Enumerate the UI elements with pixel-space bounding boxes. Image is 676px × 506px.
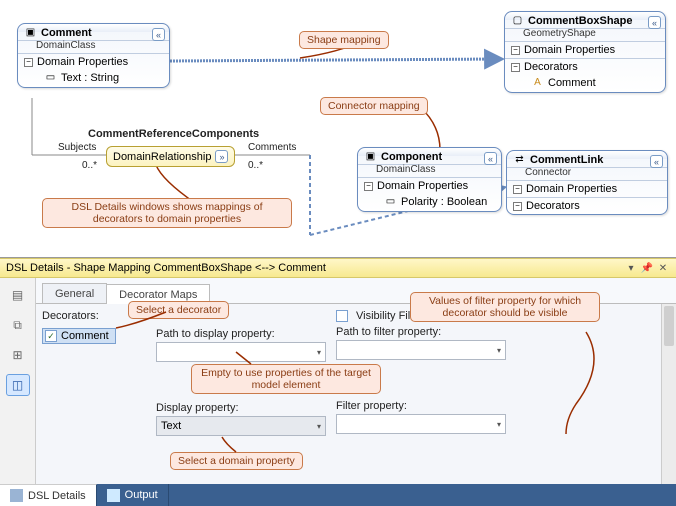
display-property-label: Display property: (156, 402, 326, 414)
path-display-label: Path to display property: (156, 328, 326, 340)
decorator-item[interactable]: ✓ Comment (42, 328, 116, 344)
box-subtitle: Connector (507, 167, 667, 180)
minus-icon[interactable]: − (513, 202, 522, 211)
class-icon: ▣ (364, 150, 377, 163)
minus-icon[interactable]: − (511, 46, 520, 55)
filter-property-label: Filter property: (336, 400, 506, 412)
commentboxshape-box[interactable]: « ▢ CommentBoxShape GeometryShape − Doma… (504, 11, 666, 93)
details-sidebar: ▤ ⧉ ⊞ ◫ (0, 278, 36, 484)
filter-property-field[interactable]: ▾ (336, 414, 506, 434)
collapse-icon[interactable]: « (650, 155, 663, 168)
box-subtitle: DomainClass (18, 40, 169, 53)
tab-dsl-details[interactable]: DSL Details (0, 484, 97, 506)
decorator-icon: A (531, 76, 544, 89)
decorators-label: Decorators: (42, 310, 140, 322)
callout-shape-mapping: Shape mapping (299, 31, 389, 49)
visibility-filter-checkbox[interactable]: ✓ (336, 310, 348, 322)
box-title: Component (381, 151, 442, 163)
details-main: General Decorator Maps Decorators: ✓ Com… (36, 278, 676, 484)
dsl-details-panel: DSL Details - Shape Mapping CommentBoxSh… (0, 258, 676, 484)
box-subtitle: DomainClass (358, 164, 501, 177)
section-label: Domain Properties (37, 56, 128, 68)
class-icon: ▣ (24, 26, 37, 39)
chevron-down-icon: ▾ (317, 422, 321, 431)
details-title-text: DSL Details - Shape Mapping CommentBoxSh… (6, 262, 326, 274)
collapse-icon[interactable]: « (152, 28, 165, 41)
path-display-field[interactable]: ▾ (156, 342, 326, 362)
minus-icon[interactable]: − (24, 58, 33, 67)
callout-select-decorator: Select a decorator (128, 301, 229, 319)
collapse-icon[interactable]: « (648, 16, 661, 29)
connector-icon: ⇄ (513, 153, 526, 166)
tab-general[interactable]: General (42, 283, 107, 303)
dropdown-icon[interactable]: ▾ (624, 261, 638, 275)
box-title: CommentLink (530, 154, 603, 166)
card-left: 0..* (82, 160, 97, 171)
comment-domainclass-box[interactable]: « ▣ Comment DomainClass − Domain Propert… (17, 23, 170, 88)
dsl-details-icon (10, 489, 23, 502)
path-filter-label: Path to filter property: (336, 326, 506, 338)
decorator-maps-content: Decorators: ✓ Comment Path to display pr… (36, 304, 676, 484)
callout-connector-mapping: Connector mapping (320, 97, 428, 115)
role-right: Comments (248, 142, 296, 153)
sidebar-btn-decorator-maps[interactable]: ◫ (6, 374, 30, 396)
callout-select-domain-prop: Select a domain property (170, 452, 303, 470)
section-label: Domain Properties (524, 44, 615, 56)
section-label: Domain Properties (377, 180, 468, 192)
tab-label: Output (125, 489, 158, 501)
callout-visibility-note: Values of filter property for which deco… (410, 292, 600, 322)
property-label: Text : String (61, 72, 119, 84)
shape-icon: ▢ (511, 14, 524, 27)
component-domainclass-box[interactable]: « ▣ Component DomainClass − Domain Prope… (357, 147, 502, 212)
close-icon[interactable]: ✕ (656, 261, 670, 275)
minus-icon[interactable]: − (511, 63, 520, 72)
property-icon: ▭ (44, 71, 57, 84)
property-icon: ▭ (384, 195, 397, 208)
diagram-canvas[interactable]: « ▣ Comment DomainClass − Domain Propert… (0, 0, 676, 258)
property-label: Polarity : Boolean (401, 196, 487, 208)
decorator-item-label: Comment (61, 330, 109, 342)
minus-icon[interactable]: − (513, 185, 522, 194)
section-label: Decorators (526, 200, 580, 212)
domain-relationship-box[interactable]: DomainRelationship » (106, 146, 235, 167)
sidebar-btn-1[interactable]: ▤ (6, 284, 30, 306)
output-icon (107, 489, 120, 502)
collapse-icon[interactable]: « (484, 152, 497, 165)
path-filter-field[interactable]: ▾ (336, 340, 506, 360)
card-right: 0..* (248, 160, 263, 171)
details-titlebar: DSL Details - Shape Mapping CommentBoxSh… (0, 258, 676, 278)
commentlink-box[interactable]: « ⇄ CommentLink Connector − Domain Prope… (506, 150, 668, 215)
tab-label: DSL Details (28, 490, 86, 502)
sidebar-btn-2[interactable]: ⧉ (6, 314, 30, 336)
display-property-value: Text (161, 420, 181, 432)
section-label: Decorators (524, 61, 578, 73)
tab-output[interactable]: Output (97, 484, 169, 506)
pin-icon[interactable]: 📌 (640, 261, 654, 275)
checkbox-icon[interactable]: ✓ (45, 330, 57, 342)
expand-icon[interactable]: » (215, 150, 228, 163)
bottom-tabbar: DSL Details Output (0, 484, 676, 506)
callout-empty-path: Empty to use properties of the target mo… (191, 364, 381, 394)
section-label: Domain Properties (526, 183, 617, 195)
decorator-label: Comment (548, 77, 596, 89)
sidebar-btn-3[interactable]: ⊞ (6, 344, 30, 366)
box-title: Comment (41, 27, 92, 39)
relationship-name: CommentReferenceComponents (88, 128, 259, 140)
box-title: CommentBoxShape (528, 15, 633, 27)
role-left: Subjects (58, 142, 96, 153)
minus-icon[interactable]: − (364, 182, 373, 191)
box-subtitle: GeometryShape (505, 28, 665, 41)
callout-dsl-details: DSL Details windows shows mappings of de… (42, 198, 292, 228)
display-property-field[interactable]: Text ▾ (156, 416, 326, 436)
vertical-scrollbar[interactable] (661, 304, 676, 484)
relationship-label: DomainRelationship (113, 151, 211, 163)
